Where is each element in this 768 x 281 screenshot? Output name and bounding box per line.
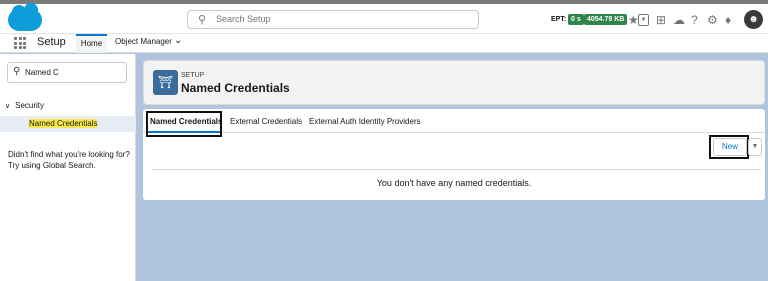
highlight-box	[709, 135, 749, 159]
tree-section-label: Security	[15, 101, 45, 110]
salesforce-logo[interactable]	[8, 3, 42, 31]
global-header: ⚲ Search Setup EPT: 0 s 4054.79 KB ★ ▼ ⊞…	[0, 3, 768, 34]
tree-item-label: Named Credentials	[29, 119, 98, 128]
bell-icon[interactable]: ♦	[725, 13, 731, 27]
shield-icon: ⛩	[153, 70, 178, 95]
tab-external-credentials[interactable]: External Credentials	[230, 117, 302, 126]
page-header: ⛩ SETUP Named Credentials	[143, 60, 765, 105]
divider	[151, 169, 761, 170]
highlight-box	[146, 111, 222, 137]
chevron-down-icon[interactable]: ▼	[748, 138, 762, 156]
search-icon: ⚲	[198, 14, 207, 26]
search-icon: ⚲	[13, 66, 21, 77]
tree-section-security[interactable]: ∨ Security	[5, 101, 44, 110]
gear-icon[interactable]: ⚙	[707, 13, 718, 27]
quick-find-value: Named C	[25, 68, 59, 77]
app-name: Setup	[37, 36, 66, 48]
tab-bar: Named Credentials External Credentials E…	[143, 109, 765, 133]
tab-external-auth-identity-providers[interactable]: External Auth Identity Providers	[309, 117, 421, 126]
tab-home[interactable]: Home	[76, 34, 107, 53]
ept-label: EPT:	[551, 16, 567, 23]
chevron-down-icon[interactable]: ⌄	[174, 35, 182, 46]
search-placeholder: Search Setup	[216, 14, 271, 24]
ept-time-badge: 0 s	[568, 14, 584, 25]
avatar[interactable]: ☻	[744, 10, 763, 29]
ept-size-badge: 4054.79 KB	[584, 14, 628, 25]
tree-item-named-credentials[interactable]: Named Credentials	[0, 116, 136, 132]
page-title: Named Credentials	[181, 81, 290, 95]
help-icon[interactable]: ?	[691, 13, 698, 27]
app-launcher-icon[interactable]	[14, 37, 26, 49]
global-search[interactable]: ⚲ Search Setup	[187, 10, 479, 29]
add-icon[interactable]: ⊞	[656, 13, 666, 27]
tab-object-manager[interactable]: Object Manager	[115, 37, 172, 46]
quick-find-input[interactable]: ⚲ Named C	[7, 62, 127, 83]
sidebar-help-text: Didn't find what you're looking for? Try…	[8, 150, 130, 170]
content-card: Named Credentials External Credentials E…	[143, 109, 765, 200]
empty-state-message: You don't have any named credentials.	[376, 178, 532, 188]
breadcrumb[interactable]: SETUP	[181, 72, 204, 79]
favorites-dropdown-icon[interactable]: ▼	[638, 14, 649, 26]
setup-sidebar: ⚲ Named C ∨ Security Named Credentials Di…	[0, 54, 136, 281]
chevron-down-icon: ∨	[5, 103, 11, 110]
trailhead-icon[interactable]: ☁	[673, 13, 685, 27]
app-navbar: Setup Home Object Manager ⌄	[0, 34, 768, 53]
